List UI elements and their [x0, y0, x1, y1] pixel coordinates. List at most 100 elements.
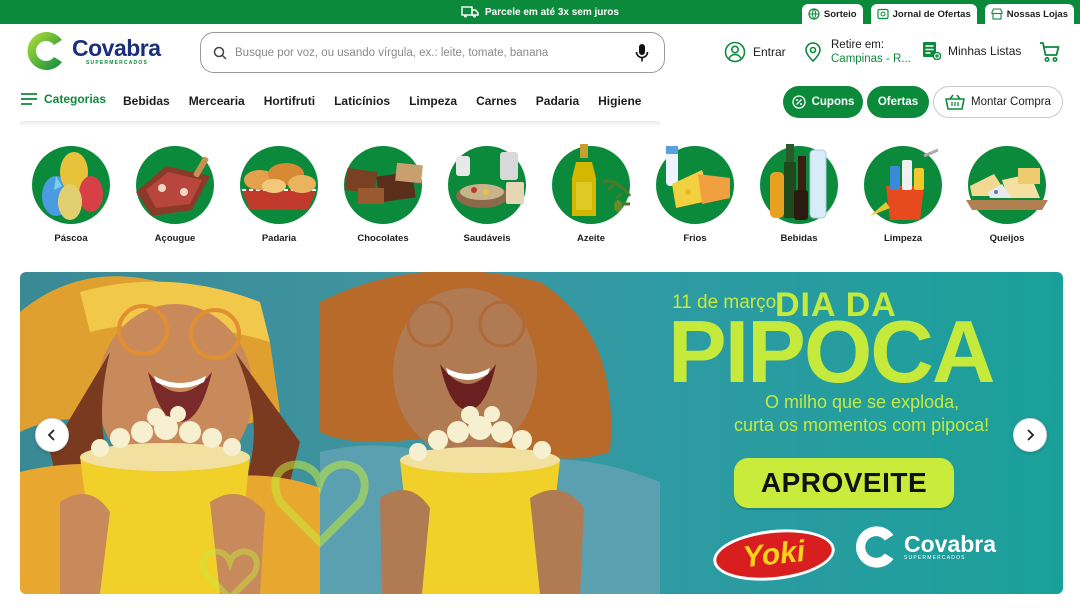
- nossas-lojas-link[interactable]: Nossas Lojas: [984, 4, 1074, 24]
- category-label: Queijos: [989, 233, 1025, 244]
- sorteio-link[interactable]: Sorteio: [801, 4, 863, 24]
- coupons-button[interactable]: Cupons: [783, 86, 863, 118]
- jornal-ofertas-label: Jornal de Ofertas: [892, 8, 971, 20]
- category-label: Saudáveis: [463, 233, 511, 244]
- nav-link-bebidas[interactable]: Bebidas: [123, 94, 170, 108]
- chevron-left-icon: [47, 429, 55, 441]
- category-saudaveis[interactable]: Saudáveis: [437, 146, 537, 244]
- search-input[interactable]: [235, 46, 626, 59]
- category-label: Chocolates: [357, 233, 409, 244]
- installments-promo: Parcele em até 3x sem juros: [461, 6, 619, 18]
- microphone-icon[interactable]: [634, 43, 650, 63]
- search-icon: [213, 46, 227, 60]
- my-lists-label: Minhas Listas: [948, 43, 1022, 58]
- pickup-value: Campinas - R...: [831, 53, 911, 66]
- banner-logo-sub: SUPERMERCADOS: [904, 555, 966, 561]
- promo-text: Parcele em até 3x sem juros: [485, 6, 619, 18]
- coupons-label: Cupons: [811, 96, 855, 108]
- jornal-ofertas-link[interactable]: Jornal de Ofertas: [870, 4, 977, 24]
- site-header: Covabra SUPERMERCADOS Entrar Retire em: …: [0, 24, 1080, 80]
- nav-link-padaria[interactable]: Padaria: [536, 94, 579, 108]
- category-label: Páscoa: [54, 233, 88, 244]
- nav-link-mercearia[interactable]: Mercearia: [189, 94, 245, 108]
- location-pin-icon: [805, 42, 821, 63]
- banner-cta-button[interactable]: APROVEITE: [734, 458, 954, 508]
- frios-image: [656, 146, 734, 224]
- nav-shadow-divider: [20, 121, 660, 127]
- newspaper-icon: [877, 8, 889, 20]
- yoki-logo: Yoki: [710, 523, 838, 587]
- category-nav: Categorias Bebidas Mercearia Hortifruti …: [0, 84, 1080, 120]
- banner-next-button[interactable]: [1013, 418, 1047, 452]
- category-azeite[interactable]: Azeite: [541, 144, 641, 244]
- category-label: Açougue: [154, 233, 196, 244]
- chevron-right-icon: [1027, 429, 1035, 441]
- nav-link-higiene[interactable]: Higiene: [598, 94, 641, 108]
- nav-link-laticinios[interactable]: Laticínios: [334, 94, 390, 108]
- nav-link-limpeza[interactable]: Limpeza: [409, 94, 457, 108]
- truck-icon: [461, 6, 479, 18]
- category-queijos[interactable]: Queijos: [957, 146, 1057, 244]
- saudaveis-image: [448, 146, 526, 224]
- pickup-label: Retire em:: [831, 39, 885, 51]
- chocolates-image: [344, 146, 423, 224]
- azeite-image: [552, 144, 632, 224]
- user-icon: [724, 41, 746, 63]
- logo-sub: SUPERMERCADOS: [86, 59, 148, 66]
- category-label: Limpeza: [883, 233, 922, 244]
- limpeza-image: [864, 146, 942, 224]
- login-button[interactable]: Entrar: [724, 41, 786, 63]
- category-label: Padaria: [261, 233, 297, 244]
- categories-label: Categorias: [44, 92, 107, 106]
- banner-prev-button[interactable]: [35, 418, 69, 452]
- categories-menu-button[interactable]: Categorias: [20, 92, 106, 106]
- promo-topbar: Parcele em até 3x sem juros Sorteio Jorn…: [0, 0, 1080, 24]
- banner-logo-name: Covabra: [904, 531, 997, 557]
- nav-link-hortifruti[interactable]: Hortifruti: [264, 94, 315, 108]
- covabra-logo[interactable]: Covabra SUPERMERCADOS: [22, 28, 161, 74]
- banner-subtitle-1: O milho que se exploda,: [765, 392, 960, 412]
- category-bebidas[interactable]: Bebidas: [749, 144, 849, 244]
- build-cart-button[interactable]: Montar Compra: [933, 86, 1063, 118]
- offers-button[interactable]: Ofertas: [867, 86, 929, 118]
- category-acougue[interactable]: Açougue: [125, 146, 225, 244]
- queijos-image: [966, 146, 1048, 224]
- category-frios[interactable]: Frios: [645, 146, 745, 244]
- search-bar: [200, 32, 665, 73]
- padaria-image: [240, 146, 318, 224]
- bebidas-image: [760, 144, 838, 224]
- category-padaria[interactable]: Padaria: [229, 146, 329, 244]
- coupon-icon: [791, 95, 806, 109]
- covabra-logo-mark: [855, 526, 894, 568]
- list-add-icon: [923, 42, 941, 60]
- basket-icon: [945, 94, 965, 110]
- category-limpeza[interactable]: Limpeza: [853, 146, 953, 244]
- category-label: Azeite: [577, 233, 605, 244]
- category-label: Bebidas: [780, 233, 818, 244]
- covabra-logo-mark: [27, 31, 62, 70]
- category-label: Frios: [683, 233, 707, 244]
- store-icon: [991, 8, 1003, 20]
- banner-covabra-logo: Covabra SUPERMERCADOS: [850, 522, 996, 572]
- hamburger-menu-icon: [21, 93, 37, 105]
- hero-banner[interactable]: 11 de março DIA DA PIPOCA O milho que se…: [20, 272, 1063, 594]
- cart-icon[interactable]: [1038, 40, 1062, 64]
- banner-title-main: PIPOCA: [668, 302, 995, 401]
- nav-link-carnes[interactable]: Carnes: [476, 94, 517, 108]
- offers-label: Ofertas: [877, 96, 919, 108]
- login-label: Entrar: [753, 45, 786, 59]
- banner-subtitle-2: curta os momentos com pipoca!: [734, 415, 990, 435]
- banner-heart-decor: [200, 460, 369, 594]
- build-cart-label: Montar Compra: [971, 96, 1051, 108]
- acougue-image: [136, 146, 214, 224]
- pickup-location-selector[interactable]: Retire em: Campinas - R...: [802, 38, 911, 67]
- nossas-lojas-label: Nossas Lojas: [1006, 8, 1068, 20]
- nav-links: Bebidas Mercearia Hortifruti Laticínios …: [123, 94, 641, 108]
- sorteio-label: Sorteio: [823, 8, 857, 20]
- category-carousel: Páscoa Açougue Padaria Chocolates Saudáv…: [0, 144, 1080, 250]
- category-chocolates[interactable]: Chocolates: [333, 146, 433, 244]
- globe-icon: [808, 8, 820, 20]
- category-pascoa[interactable]: Páscoa: [21, 146, 121, 244]
- pascoa-image: [32, 146, 110, 224]
- my-lists-button[interactable]: Minhas Listas: [922, 41, 1021, 60]
